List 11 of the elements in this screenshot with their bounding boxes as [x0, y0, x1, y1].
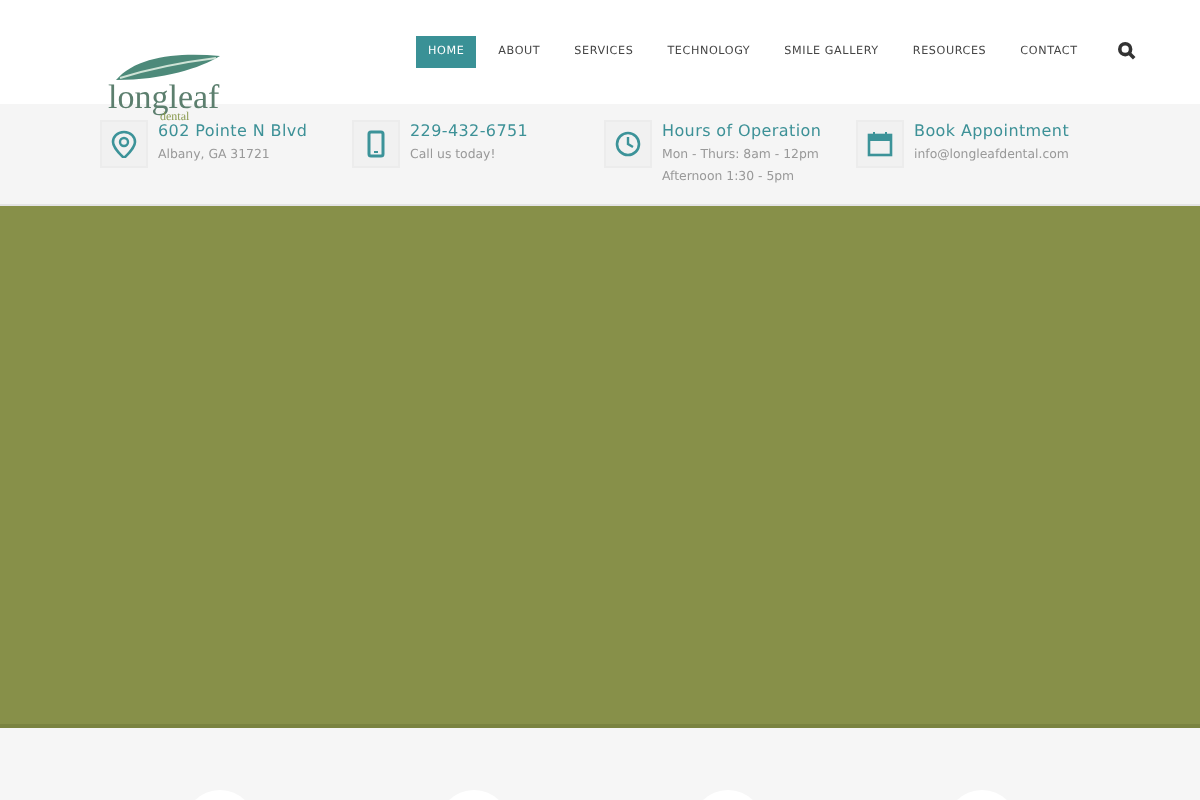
leaf-icon: [112, 52, 224, 84]
clock-icon: [614, 130, 642, 158]
phone-icon: [362, 130, 390, 158]
info-title: 229-432-6751: [410, 120, 529, 144]
info-title: Book Appointment: [914, 120, 1070, 144]
logo-text: longleaf: [108, 84, 222, 112]
info-title: Hours of Operation: [662, 120, 822, 144]
search-icon[interactable]: [1117, 42, 1136, 60]
info-title: 602 Pointe N Blvd: [158, 121, 308, 144]
calendar-icon: [866, 130, 894, 158]
pin-icon: [110, 130, 138, 158]
